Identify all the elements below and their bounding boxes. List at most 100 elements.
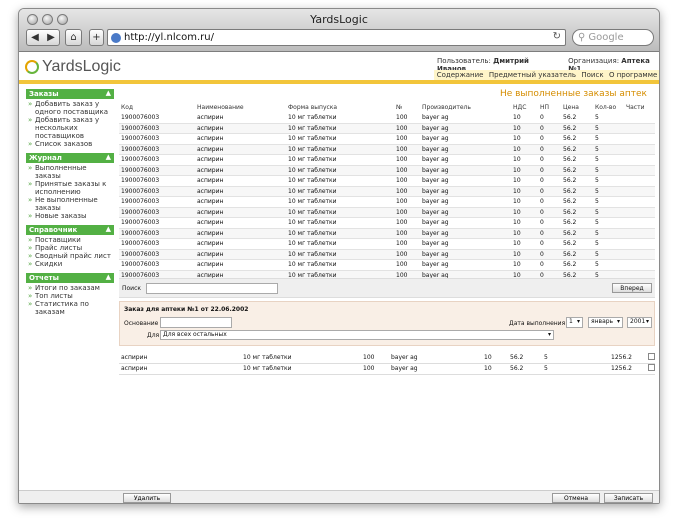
sidebar-section-header[interactable]: Отчеты ▲ xyxy=(26,273,114,283)
table-cell: аспирин xyxy=(195,112,286,124)
sidebar-item[interactable]: Сводный прайс лист xyxy=(26,252,114,260)
table-cell xyxy=(624,165,655,176)
table-cell xyxy=(624,207,655,218)
sidebar-item[interactable]: Добавить заказ у одного поставщика xyxy=(26,100,114,116)
table-cell: 100 xyxy=(394,238,420,250)
table-row[interactable]: 1900076003 аспирин 10 мг таблетки 100 bayer … xyxy=(119,112,655,124)
sidebar-item[interactable]: Список заказов xyxy=(26,140,114,148)
sidebar-section-header[interactable]: Справочник ▲ xyxy=(26,225,114,235)
cancel-button[interactable]: Отмена xyxy=(552,493,600,503)
table-cell: 0 xyxy=(538,133,561,145)
table-cell: 10 xyxy=(511,133,538,145)
row-checkbox[interactable] xyxy=(648,352,655,360)
table-cell: 1900076003 xyxy=(119,112,195,124)
table-cell: bayer ag xyxy=(420,186,511,197)
sidebar-item[interactable]: Принятые заказы к исполнению xyxy=(26,180,114,196)
table-cell: 10 xyxy=(511,228,538,239)
table-cell xyxy=(624,112,655,124)
base-input[interactable] xyxy=(160,317,232,328)
table-cell: 10 мг таблетки xyxy=(241,352,361,364)
table-cell: 10 xyxy=(511,123,538,134)
collapse-icon[interactable]: ▲ xyxy=(106,273,111,281)
sidebar-item[interactable]: Выполненные заказы xyxy=(26,164,114,180)
table-row[interactable]: 1900076003 аспирин 10 мг таблетки 100 bayer … xyxy=(119,238,655,250)
table-cell: 100 xyxy=(361,352,389,364)
collapse-icon[interactable]: ▲ xyxy=(106,153,111,161)
table-cell: 10 xyxy=(511,259,538,271)
table-row[interactable]: 1900076003 аспирин 10 мг таблетки 100 bayer … xyxy=(119,228,655,239)
back-button[interactable]: ◀ xyxy=(27,32,43,43)
table-cell: аспирин xyxy=(195,196,286,208)
table-row[interactable]: 1900076003 аспирин 10 мг таблетки 100 bayer … xyxy=(119,144,655,155)
month-select[interactable]: январь ▾ xyxy=(588,317,623,328)
search-row: Поиск Вперед xyxy=(119,278,655,298)
url-field[interactable]: http://yl.nlcom.ru/ ↻ xyxy=(107,29,566,46)
nav-search[interactable]: Поиск xyxy=(581,71,603,79)
table-row[interactable]: 1900076003 аспирин 10 мг таблетки 100 bayer … xyxy=(119,196,655,208)
table-cell: 56.2 xyxy=(561,144,593,155)
table-cell: аспирин xyxy=(195,259,286,271)
collapse-icon[interactable]: ▲ xyxy=(106,89,111,97)
day-select[interactable]: 1 ▾ xyxy=(566,317,583,328)
browser-search-field[interactable]: ⚲ Google xyxy=(572,29,654,46)
home-button[interactable]: ⌂ xyxy=(65,29,82,46)
table-row[interactable]: 1900076003 аспирин 10 мг таблетки 100 bayer … xyxy=(119,123,655,134)
table-cell: 100 xyxy=(394,154,420,166)
collapse-icon[interactable]: ▲ xyxy=(106,225,111,233)
column-header: НДС xyxy=(513,103,527,111)
order-item-row[interactable]: аспирин 10 мг таблетки 100 bayer ag 10 56.2 5 1… xyxy=(119,352,655,364)
table-row[interactable]: 1900076003 аспирин 10 мг таблетки 100 bayer … xyxy=(119,249,655,260)
table-cell: аспирин xyxy=(195,123,286,134)
sidebar-section-reports: Отчеты▲ Итоги по заказам Топ листы Стати… xyxy=(26,273,114,316)
sidebar-item[interactable]: Итоги по заказам xyxy=(26,284,114,292)
table-row[interactable]: 1900076003 аспирин 10 мг таблетки 100 bayer … xyxy=(119,207,655,218)
table-cell: 10 xyxy=(511,196,538,208)
table-row[interactable]: 1900076003 аспирин 10 мг таблетки 100 bayer … xyxy=(119,133,655,145)
nav-contents[interactable]: Содержание xyxy=(437,71,484,79)
sidebar-item[interactable]: Новые заказы xyxy=(26,212,114,220)
order-item-row[interactable]: аспирин 10 мг таблетки 100 bayer ag 10 56.2 5 1… xyxy=(119,363,655,375)
add-bookmark-button[interactable]: + xyxy=(89,29,104,46)
search-input[interactable] xyxy=(146,283,278,294)
table-row[interactable]: 1900076003 аспирин 10 мг таблетки 100 bayer … xyxy=(119,186,655,197)
forward-button[interactable]: Вперед xyxy=(612,283,652,293)
forward-button[interactable]: ▶ xyxy=(43,32,59,43)
delete-button[interactable]: Удалить xyxy=(123,493,171,503)
nav-about[interactable]: О программе xyxy=(609,71,657,79)
table-cell: 100 xyxy=(394,165,420,176)
table-row[interactable]: 1900076003 аспирин 10 мг таблетки 100 bayer … xyxy=(119,259,655,271)
table-row[interactable]: 1900076003 аспирин 10 мг таблетки 100 bayer … xyxy=(119,175,655,187)
for-select[interactable]: Для всех остальных ▾ xyxy=(160,330,554,340)
sidebar-section-header[interactable]: Заказы ▲ xyxy=(26,89,114,99)
table-cell: 10 xyxy=(511,144,538,155)
logo-icon xyxy=(25,60,39,74)
table-row[interactable]: 1900076003 аспирин 10 мг таблетки 100 bayer … xyxy=(119,217,655,229)
table-cell: 10 мг таблетки xyxy=(286,165,394,176)
save-button[interactable]: Записать xyxy=(604,493,653,503)
table-cell: 0 xyxy=(538,249,561,260)
sidebar-item[interactable]: Скидки xyxy=(26,260,114,268)
nav-index[interactable]: Предметный указатель xyxy=(489,71,576,79)
year-select[interactable]: 2001 ▾ xyxy=(627,317,652,328)
sidebar-item[interactable]: Не выполненные заказы xyxy=(26,196,114,212)
sidebar-item[interactable]: Прайс листы xyxy=(26,244,114,252)
sidebar-section-header[interactable]: Журнал ▲ xyxy=(26,153,114,163)
table-cell: bayer ag xyxy=(420,133,511,145)
checkbox-cell xyxy=(642,363,655,375)
sidebar-item[interactable]: Добавить заказ у нескольких поставщиков xyxy=(26,116,114,140)
sidebar-item[interactable]: Поставщики xyxy=(26,236,114,244)
logo[interactable]: YardsLogic xyxy=(25,58,121,76)
column-header: Производитель xyxy=(422,103,471,111)
table-cell: 0 xyxy=(538,238,561,250)
row-checkbox[interactable] xyxy=(648,364,655,371)
sidebar-item[interactable]: Топ листы xyxy=(26,292,114,300)
reload-icon[interactable]: ↻ xyxy=(553,31,561,42)
sidebar-item[interactable]: Статистика по заказам xyxy=(26,300,114,316)
dropdown-icon: ▾ xyxy=(576,318,580,325)
table-row[interactable]: 1900076003 аспирин 10 мг таблетки 100 bayer … xyxy=(119,165,655,176)
dropdown-icon: ▾ xyxy=(616,318,620,325)
table-cell: bayer ag xyxy=(420,154,511,166)
table-cell: 5 xyxy=(593,196,624,208)
table-row[interactable]: 1900076003 аспирин 10 мг таблетки 100 bayer … xyxy=(119,154,655,166)
table-cell xyxy=(624,144,655,155)
